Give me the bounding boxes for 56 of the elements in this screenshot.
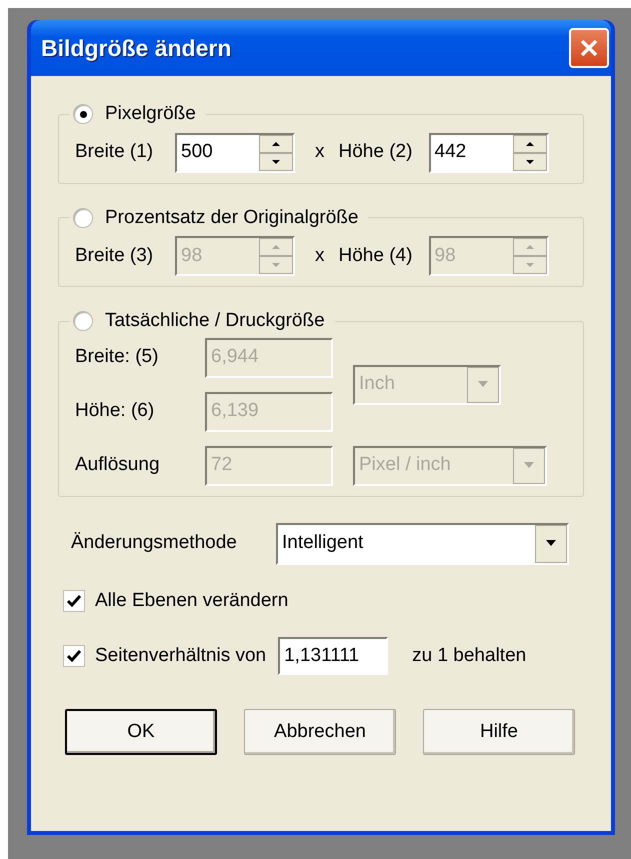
field-value: 500 [180, 140, 214, 164]
dropdown-value: Pixel / inch [358, 453, 452, 478]
field-label: Höhe: (6) [75, 399, 156, 424]
spin-down-button[interactable] [259, 152, 293, 170]
ratio-field[interactable]: 1,131111 [278, 637, 388, 675]
group-label: Prozentsatz der Originalgröße [105, 206, 360, 230]
group-label: Tatsächliche / Druckgröße [105, 309, 326, 333]
field-label: Auflösung [75, 453, 161, 478]
dropdown-button[interactable] [535, 524, 567, 562]
spin-field[interactable]: 442 [428, 132, 548, 172]
field-label: Breite (3) [75, 244, 154, 268]
field-value: 98 [434, 244, 457, 268]
spin-up-button[interactable] [512, 134, 546, 152]
dialog-button[interactable]: Abbrechen [244, 709, 396, 755]
check-icon [67, 594, 81, 607]
dialog-button[interactable]: OK [65, 709, 217, 755]
caret-icon [477, 381, 489, 388]
checkbox-label: Alle Ebenen verändern [95, 588, 288, 612]
checkbox-label: Seitenverhältnis von [95, 644, 266, 668]
up-arrow-icon [272, 142, 280, 146]
group-label: Pixelgröße [105, 102, 197, 126]
down-arrow-icon [526, 263, 534, 267]
radio-button[interactable] [73, 208, 93, 228]
close-button[interactable] [569, 28, 609, 68]
dropdown-value: Inch [358, 372, 396, 396]
check-icon [67, 650, 81, 662]
down-arrow-icon [526, 160, 534, 164]
field-value: 98 [180, 244, 204, 268]
down-arrow-icon [272, 263, 280, 267]
field-label: Breite (1) [75, 140, 154, 164]
ratio-suffix: zu 1 behalten [412, 644, 526, 668]
close-icon [579, 38, 599, 58]
times-sign: x [315, 140, 324, 164]
checkbox[interactable] [63, 645, 85, 667]
field-label: Höhe (2) [338, 140, 414, 164]
radio-button[interactable] [73, 104, 93, 124]
radio-button[interactable] [73, 311, 93, 332]
field-label: Breite: (5) [75, 345, 160, 370]
dialog-button[interactable]: Hilfe [423, 709, 575, 755]
caret-icon [523, 462, 535, 469]
down-arrow-icon [272, 160, 280, 164]
up-arrow-icon [526, 245, 534, 249]
spin-field[interactable]: 500 [175, 132, 295, 172]
field-label: Höhe (4) [338, 244, 414, 268]
checkbox[interactable] [63, 590, 85, 612]
method-dropdown[interactable]: Intelligent [276, 522, 569, 564]
up-arrow-icon [272, 245, 280, 249]
caret-icon [545, 540, 557, 547]
spin-down-button[interactable] [512, 152, 546, 170]
up-arrow-icon [526, 142, 534, 146]
field-value: 442 [434, 140, 468, 164]
field-label: Änderungsmethode [71, 531, 238, 556]
times-sign: x [315, 244, 324, 268]
window-title: Bildgröße ändern [41, 34, 232, 63]
spin-up-button[interactable] [259, 134, 293, 152]
dropdown-value: Intelligent [281, 531, 364, 556]
